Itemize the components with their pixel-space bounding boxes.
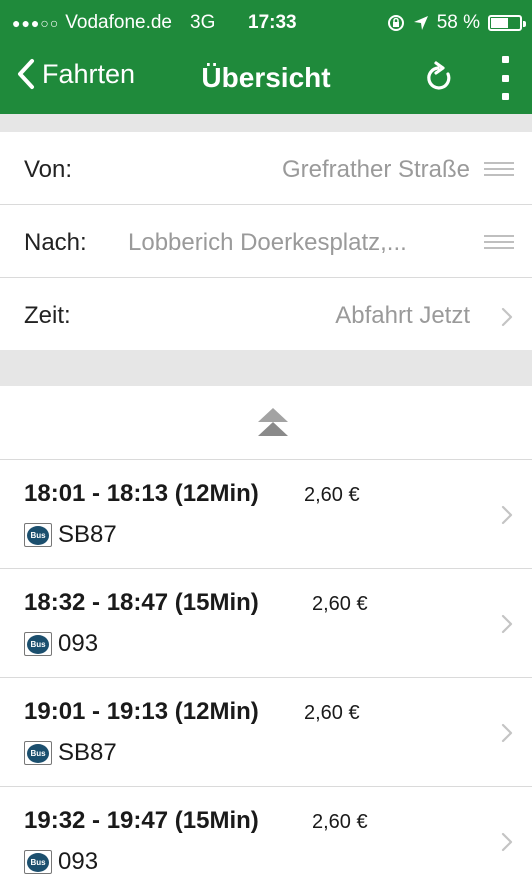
from-field[interactable]: Von: Grefrather Straße xyxy=(0,132,532,205)
time-field[interactable]: Zeit: Abfahrt Jetzt xyxy=(0,278,532,351)
line-number: SB87 xyxy=(58,521,117,548)
location-arrow-icon xyxy=(413,16,428,30)
trip-row[interactable]: 19:32 - 19:47 (15Min) 2,60 € Bus 093 xyxy=(0,787,532,896)
bus-icon: Bus xyxy=(24,850,52,874)
from-value: Grefrather Straße xyxy=(281,156,470,183)
line-number: 093 xyxy=(58,630,99,657)
status-bar: ●●●○○ Vodafone.de 3G 17:33 58 % xyxy=(0,0,532,42)
chevron-right-icon xyxy=(501,832,513,852)
bus-icon: Bus xyxy=(24,523,52,547)
trip-line: Bus 093 xyxy=(24,848,98,876)
time-value: Abfahrt Jetzt xyxy=(335,302,470,329)
carrier-name: Vodafone.de xyxy=(65,12,172,33)
line-number: 093 xyxy=(58,848,99,875)
bus-icon: Bus xyxy=(24,741,52,765)
trip-times: 19:32 - 19:47 (15Min) xyxy=(24,807,259,834)
battery-percent: 58 % xyxy=(436,12,480,33)
chevron-right-icon xyxy=(501,614,513,634)
trip-price: 2,60 € xyxy=(312,593,368,615)
status-right: 58 % xyxy=(387,12,526,34)
trip-times: 18:01 - 18:13 (12Min) xyxy=(24,480,259,507)
chevron-right-icon xyxy=(501,505,513,525)
section-divider xyxy=(0,350,532,386)
chevron-right-icon xyxy=(501,307,513,327)
more-dot-icon xyxy=(501,74,509,82)
trip-row[interactable]: 18:01 - 18:13 (12Min) 2,60 € Bus SB87 xyxy=(0,460,532,569)
trip-row[interactable]: 18:32 - 18:47 (15Min) 2,60 € Bus 093 xyxy=(0,569,532,678)
network-type: 3G xyxy=(190,12,216,33)
double-chevron-up-icon xyxy=(258,408,288,436)
app-header: ●●●○○ Vodafone.de 3G 17:33 58 % Fahrten … xyxy=(0,0,532,114)
signal-strength-icon: ●●●○○ xyxy=(12,15,60,31)
more-dot-icon xyxy=(501,93,509,100)
refresh-icon[interactable] xyxy=(424,60,456,96)
more-dot-icon xyxy=(501,56,509,63)
bus-icon: Bus xyxy=(24,632,52,656)
reorder-handle-icon[interactable] xyxy=(484,162,514,176)
navigation-bar: Fahrten Übersicht xyxy=(0,42,532,114)
to-label: Nach: xyxy=(24,229,87,256)
status-time: 17:33 xyxy=(248,12,297,33)
section-divider xyxy=(0,114,532,132)
battery-icon xyxy=(488,15,526,31)
from-label: Von: xyxy=(24,156,73,183)
trip-line: Bus SB87 xyxy=(24,521,117,549)
to-field[interactable]: Nach: Lobberich Doerkesplatz,... xyxy=(0,205,532,278)
trip-times: 18:32 - 18:47 (15Min) xyxy=(24,589,259,616)
trip-price: 2,60 € xyxy=(304,702,360,724)
reorder-handle-icon[interactable] xyxy=(484,235,514,249)
earlier-trips-button[interactable] xyxy=(0,386,532,460)
to-value: Lobberich Doerkesplatz,... xyxy=(128,229,407,256)
trip-line: Bus SB87 xyxy=(24,739,117,767)
trip-times: 19:01 - 19:13 (12Min) xyxy=(24,698,259,725)
line-number: SB87 xyxy=(58,739,117,766)
chevron-right-icon xyxy=(501,723,513,743)
more-options-button[interactable] xyxy=(496,56,514,100)
rotation-lock-icon xyxy=(387,15,404,31)
trip-price: 2,60 € xyxy=(304,484,360,506)
status-left: ●●●○○ Vodafone.de 3G xyxy=(12,12,215,34)
trip-line: Bus 093 xyxy=(24,630,98,658)
trip-price: 2,60 € xyxy=(312,811,368,833)
time-label: Zeit: xyxy=(24,302,71,329)
trip-row[interactable]: 19:01 - 19:13 (12Min) 2,60 € Bus SB87 xyxy=(0,678,532,787)
